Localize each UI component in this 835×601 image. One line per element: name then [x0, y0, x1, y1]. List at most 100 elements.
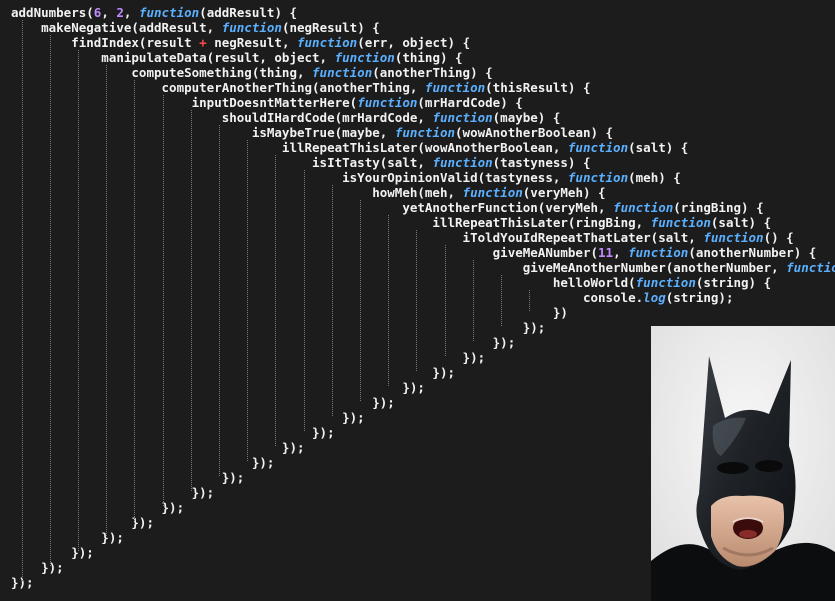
code-token: }); — [11, 545, 94, 560]
code-token: }); — [11, 380, 425, 395]
indent-guide — [134, 80, 136, 521]
code-token: (maybe) { — [492, 110, 561, 125]
number-token: 11 — [598, 245, 614, 260]
code-token: isItTasty(salt, — [11, 155, 433, 170]
indent-guide — [21, 20, 23, 581]
code-token: (ringBing) { — [673, 200, 764, 215]
indent-guide — [275, 155, 277, 446]
code-token: () { — [763, 230, 794, 245]
code-token: (thing) { — [394, 50, 463, 65]
indent-guide — [218, 125, 220, 476]
code-token: (thisResult) { — [485, 80, 591, 95]
indent-guide — [77, 50, 79, 551]
operator-token: + — [199, 35, 207, 50]
code-token: isMaybeTrue(maybe, — [11, 125, 395, 140]
code-token: negResult, — [206, 35, 297, 50]
code-line: findIndex(result + negResult, function(e… — [11, 35, 835, 50]
code-token: (anotherNumber) { — [688, 245, 817, 260]
code-token: (veryMeh) { — [522, 185, 606, 200]
keyword-token: function — [138, 5, 200, 20]
code-line: computeSomething(thing, function(another… — [11, 65, 835, 80]
code-token: iToldYouIdRepeatThatLater(salt, — [11, 230, 704, 245]
code-token: manipulateData(result, object, — [11, 50, 335, 65]
code-token: illRepeatThisLater(wowAnotherBoolean, — [11, 140, 568, 155]
code-token: computerAnotherThing(anotherThing, — [11, 80, 425, 95]
code-token: isYourOpinionValid(tastyness, — [11, 170, 568, 185]
code-token: inputDoesntMatterHere( — [11, 95, 358, 110]
code-token: (negResult) { — [281, 20, 380, 35]
indent-guide — [529, 290, 531, 311]
code-token: }); — [11, 560, 64, 575]
indent-guide — [500, 275, 502, 326]
indent-guide — [303, 170, 305, 431]
code-token: makeNegative(addResult, — [11, 20, 222, 35]
keyword-token: function — [394, 125, 456, 140]
indent-guide — [472, 260, 474, 341]
code-token: }); — [11, 320, 546, 335]
keyword-token: function — [703, 230, 764, 245]
indent-guide — [359, 200, 361, 401]
code-token: (string); — [665, 290, 734, 305]
code-token: (string) { — [695, 275, 772, 290]
code-token: , — [613, 245, 629, 260]
code-token: }); — [11, 485, 215, 500]
code-token: }); — [11, 410, 365, 425]
code-token: }); — [11, 440, 305, 455]
code-token: (salt) { — [628, 140, 689, 155]
code-token: , — [123, 5, 139, 20]
code-token: }); — [11, 470, 245, 485]
keyword-token: function — [357, 95, 418, 110]
code-token: }); — [11, 515, 154, 530]
keyword-token: function — [462, 185, 523, 200]
code-token: }); — [11, 335, 516, 350]
code-token: (mrHardCode) { — [417, 95, 523, 110]
code-token: (meh) { — [628, 170, 681, 185]
code-token: giveMeAnotherNumber(anotherNumber, — [11, 260, 787, 275]
keyword-token: function — [297, 35, 358, 50]
keyword-token: function — [334, 50, 395, 65]
keyword-token: function — [613, 200, 674, 215]
keyword-token: function — [567, 170, 629, 185]
code-token: (salt) { — [710, 215, 772, 230]
code-token: , — [101, 5, 117, 20]
batman-shocked-image — [651, 326, 835, 601]
code-token: }) — [11, 305, 568, 320]
code-line: manipulateData(result, object, function(… — [11, 50, 835, 65]
code-token: computeSomething(thing, — [11, 65, 313, 80]
code-token: }); — [11, 425, 335, 440]
indent-guide — [162, 95, 164, 506]
code-token: shouldIHardCode(mrHardCode, — [11, 110, 433, 125]
indent-guide — [49, 35, 51, 566]
code-token: helloWorld( — [11, 275, 636, 290]
code-line: addNumbers(6, 2, function(addResult) { — [11, 5, 835, 20]
code-token: }); — [11, 500, 185, 515]
code-token: findIndex(result — [11, 35, 200, 50]
keyword-token: function — [432, 110, 493, 125]
indent-guide — [388, 215, 390, 386]
code-line: makeNegative(addResult, function(negResu… — [11, 20, 835, 35]
code-token: addNumbers( — [11, 5, 94, 20]
indent-guide — [247, 140, 249, 461]
number-token: 2 — [116, 5, 124, 20]
indent-guide — [444, 245, 446, 356]
meme-canvas: addNumbers(6, 2, function(addResult) { m… — [0, 0, 835, 601]
indent-guide — [416, 230, 418, 371]
keyword-token: log — [643, 290, 666, 305]
keyword-token: function — [786, 260, 835, 275]
indent-guide — [331, 185, 333, 416]
code-token: yetAnotherFunction(veryMeh, — [11, 200, 614, 215]
indent-guide — [106, 65, 108, 536]
keyword-token: function — [221, 20, 282, 35]
code-token: (wowAnotherBoolean) { — [455, 125, 614, 140]
keyword-token: function — [567, 140, 629, 155]
code-token: (err, object) { — [357, 35, 471, 50]
code-token: (tastyness) { — [492, 155, 591, 170]
keyword-token: function — [650, 215, 711, 230]
code-token: (anotherThing) { — [372, 65, 493, 80]
keyword-token: function — [635, 275, 696, 290]
keyword-token: function — [424, 80, 486, 95]
keyword-token: function — [432, 155, 493, 170]
code-token: }); — [11, 395, 395, 410]
indent-guide — [190, 110, 192, 491]
keyword-token: function — [628, 245, 689, 260]
